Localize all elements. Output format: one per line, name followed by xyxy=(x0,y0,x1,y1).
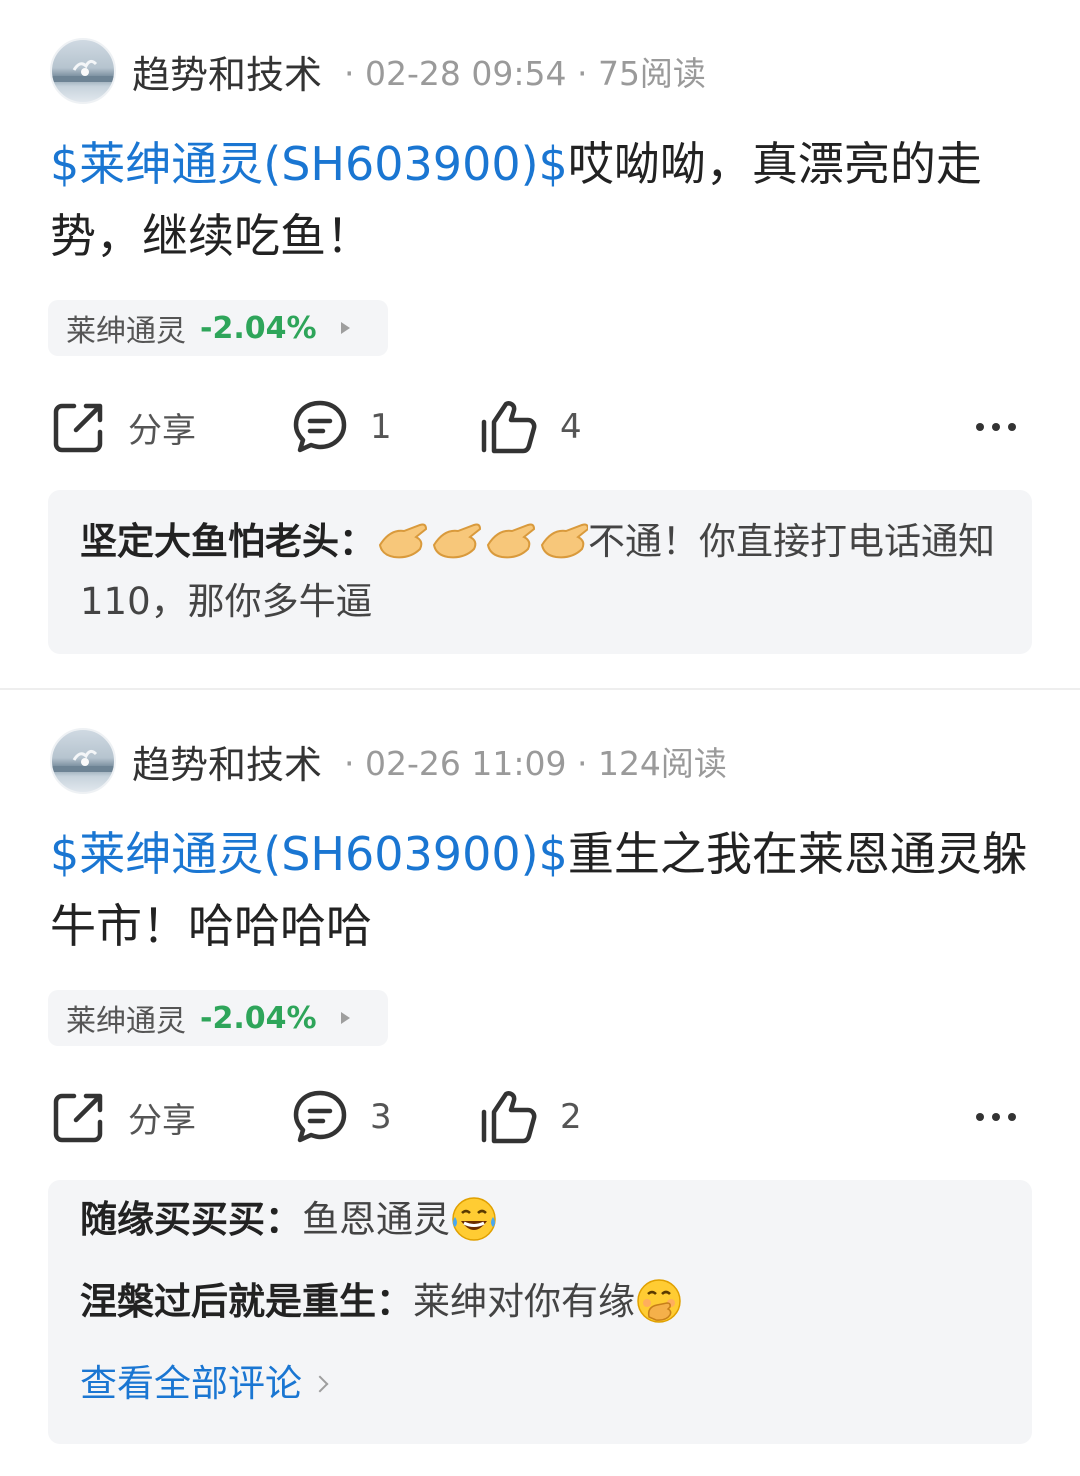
comment-button[interactable]: 1 xyxy=(292,390,392,464)
post-content[interactable]: $莱绅通灵(SH603900)$哎呦呦，真漂亮的走势，继续吃鱼！ xyxy=(50,128,1030,272)
author-name[interactable]: 趋势和技术 xyxy=(132,44,322,99)
comment-text: 鱼恩通灵 xyxy=(302,1198,450,1241)
more-icon xyxy=(976,1113,1016,1121)
share-icon xyxy=(53,403,103,453)
post-meta: · 02-26 11:09 · 124阅读 xyxy=(344,744,727,783)
like-count: 2 xyxy=(560,1097,582,1137)
share-button[interactable]: 分享 xyxy=(52,390,196,464)
share-label: 分享 xyxy=(128,410,196,451)
like-button[interactable]: 2 xyxy=(480,1080,582,1154)
more-button[interactable] xyxy=(976,1080,1016,1154)
more-button[interactable] xyxy=(976,390,1016,464)
comment-line: 涅槃过后就是重生：莱绅对你有缘 xyxy=(80,1272,1000,1332)
action-bar: 分享 3 2 xyxy=(0,1080,1080,1154)
chevron-right-icon xyxy=(340,1012,350,1024)
thumbs-up-icon xyxy=(481,1091,537,1144)
comment-user[interactable]: 涅槃过后就是重生： xyxy=(80,1280,413,1323)
stock-tag-name: 莱绅通灵 xyxy=(66,1004,186,1039)
comment-preview[interactable]: 坚定大鱼怕老头： 不通！你直接打电话通知110，那你多牛逼 xyxy=(48,490,1032,654)
like-count: 4 xyxy=(560,407,582,447)
post-header: 趋势和技术 · 02-26 11:09 · 124阅读 xyxy=(50,728,727,794)
comment-line: 坚定大鱼怕老头： 不通！你直接打电话通知110，那你多牛逼 xyxy=(80,512,1000,632)
comment-text: 莱绅对你有缘 xyxy=(413,1280,635,1323)
post-header: 趋势和技术 · 02-28 09:54 · 75阅读 xyxy=(50,38,706,104)
divider xyxy=(0,688,1080,690)
post-meta: · 02-28 09:54 · 75阅读 xyxy=(344,54,706,93)
hand-over-mouth-emoji xyxy=(635,1278,683,1323)
more-icon xyxy=(976,423,1016,431)
thumbs-up-icon xyxy=(481,401,537,454)
comment-icon xyxy=(293,400,347,453)
stock-tag[interactable]: 莱绅通灵 -2.04% xyxy=(48,990,388,1046)
comment-icon xyxy=(293,1090,347,1143)
tears-of-joy-emoji xyxy=(450,1196,498,1241)
clap-hands-emoji xyxy=(376,520,588,563)
stock-link[interactable]: $莱绅通灵(SH603900)$ xyxy=(50,137,568,191)
stock-tag-name: 莱绅通灵 xyxy=(66,314,186,349)
like-button[interactable]: 4 xyxy=(480,390,582,464)
view-all-label: 查看全部评论 xyxy=(80,1362,302,1405)
share-icon xyxy=(53,1093,103,1143)
stock-tag-change: -2.04% xyxy=(200,1000,317,1036)
avatar[interactable] xyxy=(50,38,116,104)
comment-user[interactable]: 坚定大鱼怕老头： xyxy=(80,520,376,563)
comment-count: 1 xyxy=(370,407,392,447)
author-name[interactable]: 趋势和技术 xyxy=(132,734,322,789)
share-label: 分享 xyxy=(128,1100,196,1141)
comment-user[interactable]: 随缘买买买： xyxy=(80,1198,302,1241)
comment-preview[interactable]: 随缘买买买：鱼恩通灵 涅槃过后就是重生：莱绅对你有缘 查看全部评论 xyxy=(48,1180,1032,1444)
stock-tag[interactable]: 莱绅通灵 -2.04% xyxy=(48,300,388,356)
action-bar: 分享 1 4 xyxy=(0,390,1080,464)
comment-line: 随缘买买买：鱼恩通灵 xyxy=(80,1190,1000,1250)
stock-link[interactable]: $莱绅通灵(SH603900)$ xyxy=(50,827,568,881)
chevron-right-icon xyxy=(340,322,350,334)
view-all-comments-link[interactable]: 查看全部评论 xyxy=(80,1354,1000,1414)
comment-button[interactable]: 3 xyxy=(292,1080,392,1154)
share-button[interactable]: 分享 xyxy=(52,1080,196,1154)
avatar[interactable] xyxy=(50,728,116,794)
stock-tag-change: -2.04% xyxy=(200,310,317,346)
chevron-right-icon xyxy=(311,1375,329,1393)
comment-count: 3 xyxy=(370,1097,392,1137)
post-content[interactable]: $莱绅通灵(SH603900)$重生之我在莱恩通灵躲牛市！哈哈哈哈 xyxy=(50,818,1030,962)
